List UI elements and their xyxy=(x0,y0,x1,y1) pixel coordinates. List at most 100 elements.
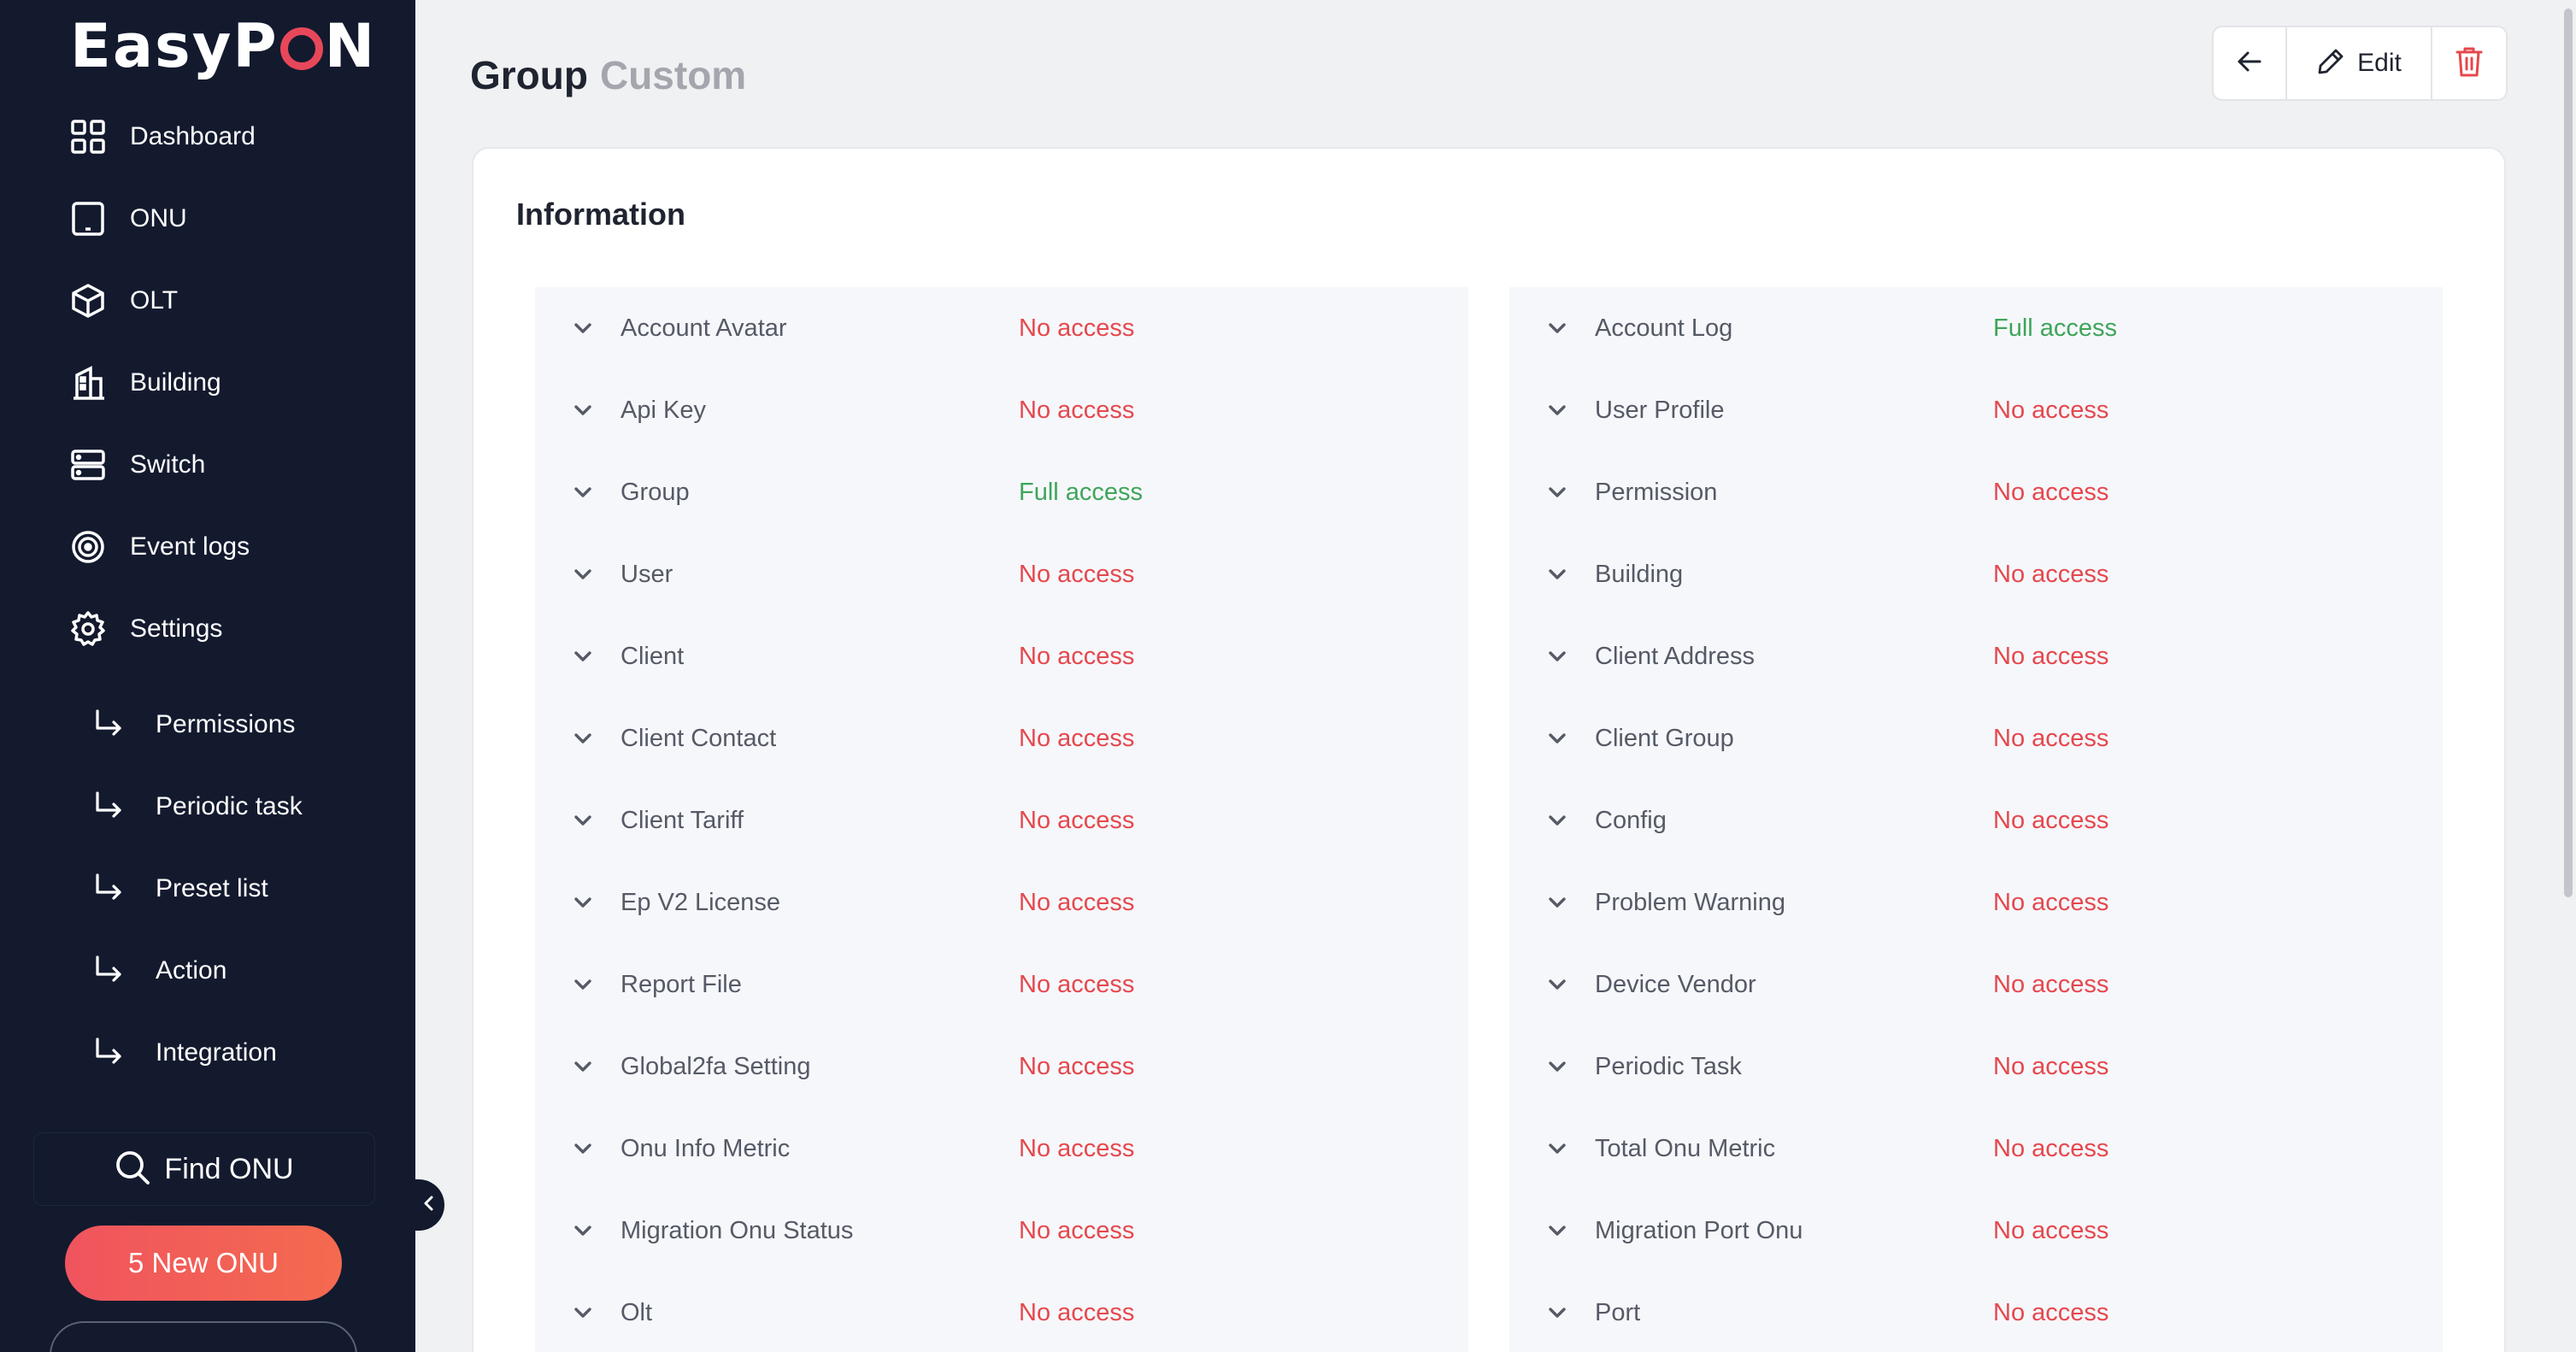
chevron-down-icon[interactable] xyxy=(569,1135,597,1162)
permission-row[interactable]: Client Group No access xyxy=(1509,697,2443,779)
permission-row[interactable]: Total Onu Metric No access xyxy=(1509,1108,2443,1190)
edit-button[interactable]: Edit xyxy=(2287,27,2432,99)
permission-row[interactable]: Problem Warning No access xyxy=(1509,861,2443,943)
nav-item-dashboard[interactable]: Dashboard xyxy=(68,111,256,162)
chevron-down-icon[interactable] xyxy=(1544,971,1571,998)
permission-name: Port xyxy=(1595,1298,1641,1326)
permission-row[interactable]: Migration Port Onu No access xyxy=(1509,1190,2443,1272)
permission-name: Olt xyxy=(620,1298,653,1326)
action-toolbar: Edit xyxy=(2212,26,2508,101)
chevron-down-icon[interactable] xyxy=(569,643,597,670)
permission-name: Api Key xyxy=(620,396,706,424)
permission-row[interactable]: Client Tariff No access xyxy=(535,779,1468,861)
nav-item-switch[interactable]: Switch xyxy=(68,439,205,491)
permission-row[interactable]: Client Address No access xyxy=(1509,615,2443,697)
arrow-left-icon xyxy=(2235,47,2264,80)
chevron-down-icon[interactable] xyxy=(1544,397,1571,424)
permission-name: Group xyxy=(620,478,690,506)
find-onu-button[interactable]: Find ONU xyxy=(34,1133,374,1205)
server-icon xyxy=(68,445,108,485)
permission-row[interactable]: Migration Onu Status No access xyxy=(535,1190,1468,1272)
chevron-down-icon[interactable] xyxy=(1544,1135,1571,1162)
permission-row[interactable]: Api Key No access xyxy=(535,369,1468,451)
delete-button[interactable] xyxy=(2432,27,2506,99)
arrow-turn-icon xyxy=(92,790,126,824)
gear-icon xyxy=(68,609,108,649)
sub-item-periodic-task[interactable]: Periodic task xyxy=(92,781,303,832)
nav-item-onu[interactable]: ONU xyxy=(68,193,187,244)
chevron-down-icon[interactable] xyxy=(1544,479,1571,506)
permission-row[interactable]: Onu Info Metric No access xyxy=(535,1108,1468,1190)
permission-access: No access xyxy=(1019,1298,1135,1326)
chevron-down-icon[interactable] xyxy=(569,725,597,752)
permission-row[interactable]: Periodic Task No access xyxy=(1509,1026,2443,1108)
sub-item-preset-list[interactable]: Preset list xyxy=(92,863,268,914)
permission-row[interactable]: Ep V2 License No access xyxy=(535,861,1468,943)
permission-name: Config xyxy=(1595,806,1667,834)
chevron-down-icon[interactable] xyxy=(1544,1299,1571,1326)
chevron-down-icon[interactable] xyxy=(1544,889,1571,916)
page-title-main: Group xyxy=(470,53,588,97)
chevron-down-icon[interactable] xyxy=(569,479,597,506)
permission-row[interactable]: Report File No access xyxy=(535,943,1468,1026)
new-onu-button[interactable]: 5 New ONU xyxy=(65,1226,342,1301)
permission-row[interactable]: Building No access xyxy=(1509,533,2443,615)
permission-access: No access xyxy=(1019,1216,1135,1244)
search-icon xyxy=(115,1149,150,1190)
permission-row[interactable]: User No access xyxy=(535,533,1468,615)
permission-access: No access xyxy=(1993,970,2109,998)
permission-row[interactable]: Port No access xyxy=(1509,1272,2443,1352)
back-button[interactable] xyxy=(2214,27,2287,99)
nav-item-building[interactable]: Building xyxy=(68,357,221,409)
permission-row[interactable]: Global2fa Setting No access xyxy=(535,1026,1468,1108)
sidebar-collapse-button[interactable] xyxy=(414,1179,444,1231)
chevron-down-icon[interactable] xyxy=(1544,1217,1571,1244)
permission-row[interactable]: Client Contact No access xyxy=(535,697,1468,779)
permission-row[interactable]: Device Vendor No access xyxy=(1509,943,2443,1026)
chevron-down-icon[interactable] xyxy=(569,889,597,916)
chevron-down-icon[interactable] xyxy=(569,314,597,342)
permission-row[interactable]: Account Log Full access xyxy=(1509,287,2443,369)
permissions-column-left: Account Avatar No access Api Key No access G… xyxy=(535,287,1468,1352)
chevron-down-icon[interactable] xyxy=(569,1053,597,1080)
permission-row[interactable]: Client No access xyxy=(535,615,1468,697)
chevron-down-icon[interactable] xyxy=(1544,1053,1571,1080)
permission-access: No access xyxy=(1993,1298,2109,1326)
permission-access: Full access xyxy=(1993,314,2118,342)
permission-access: No access xyxy=(1019,314,1135,342)
nav-item-olt[interactable]: OLT xyxy=(68,275,178,326)
permission-access: No access xyxy=(1019,1134,1135,1162)
permission-row[interactable]: Permission No access xyxy=(1509,451,2443,533)
permission-name: User Profile xyxy=(1595,396,1725,424)
permission-access: No access xyxy=(1993,1134,2109,1162)
chevron-down-icon[interactable] xyxy=(1544,807,1571,834)
chevron-down-icon[interactable] xyxy=(1544,314,1571,342)
page-scrollbar[interactable] xyxy=(2559,0,2576,1352)
permission-row[interactable]: Olt No access xyxy=(535,1272,1468,1352)
sub-item-action[interactable]: Action xyxy=(92,945,226,996)
permission-row[interactable]: User Profile No access xyxy=(1509,369,2443,451)
chevron-down-icon[interactable] xyxy=(569,561,597,588)
chevron-down-icon[interactable] xyxy=(569,971,597,998)
user-menu[interactable] xyxy=(50,1321,357,1352)
chevron-down-icon[interactable] xyxy=(569,807,597,834)
permission-name: Client Contact xyxy=(620,724,777,752)
permission-name: Periodic Task xyxy=(1595,1052,1742,1080)
nav-item-settings[interactable]: Settings xyxy=(68,603,222,655)
tablet-icon xyxy=(68,199,108,238)
chevron-down-icon[interactable] xyxy=(1544,561,1571,588)
chevron-down-icon[interactable] xyxy=(1544,725,1571,752)
sub-item-permissions[interactable]: Permissions xyxy=(92,699,295,750)
scrollbar-thumb[interactable] xyxy=(2564,9,2573,897)
chevron-down-icon[interactable] xyxy=(569,1217,597,1244)
chevron-down-icon[interactable] xyxy=(569,397,597,424)
permission-row[interactable]: Config No access xyxy=(1509,779,2443,861)
permission-name: Account Log xyxy=(1595,314,1733,342)
sub-item-integration[interactable]: Integration xyxy=(92,1027,277,1079)
permission-row[interactable]: Account Avatar No access xyxy=(535,287,1468,369)
nav-item-event-logs[interactable]: Event logs xyxy=(68,521,250,573)
permission-row[interactable]: Group Full access xyxy=(535,451,1468,533)
chevron-down-icon[interactable] xyxy=(569,1299,597,1326)
chevron-down-icon[interactable] xyxy=(1544,643,1571,670)
app-logo[interactable]: EasyP N xyxy=(70,12,376,80)
